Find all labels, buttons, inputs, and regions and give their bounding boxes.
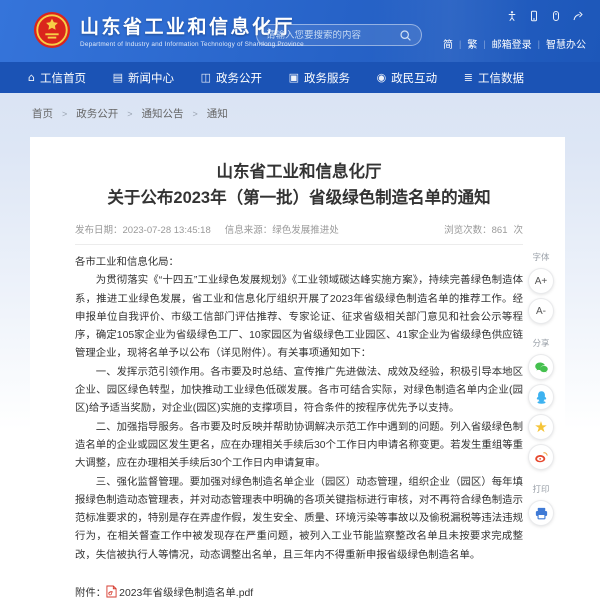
- smart-office-link[interactable]: 智慧办公: [546, 36, 586, 51]
- nav-item-interaction[interactable]: ◉ 政民互动: [377, 70, 438, 86]
- nav-item-home[interactable]: ⌂ 工信首页: [28, 70, 86, 86]
- header-utility-icons: [506, 10, 584, 22]
- qq-icon: [534, 390, 549, 405]
- weibo-icon: [534, 450, 549, 465]
- font-size-label: 字体: [532, 251, 549, 263]
- mail-login-link[interactable]: 邮箱登录: [492, 36, 532, 51]
- article-title-line2: 关于公布2023年（第一批）省级绿色制造名单的通知: [75, 185, 523, 211]
- share-icon[interactable]: [572, 10, 584, 22]
- print-label: 打印: [532, 483, 549, 495]
- font-increase-button[interactable]: A+: [528, 268, 554, 294]
- qzone-share-button[interactable]: ★: [528, 414, 554, 440]
- news-icon: ▤: [113, 71, 123, 84]
- info-source: 信息来源：绿色发展推进处: [225, 222, 339, 236]
- interaction-icon: ◉: [377, 71, 387, 84]
- nav-item-data[interactable]: ≣ 工信数据: [464, 70, 524, 86]
- article-card: 山东省工业和信息化厅 关于公布2023年（第一批）省级绿色制造名单的通知 发布日…: [30, 137, 565, 550]
- paragraph-2: 一、发挥示范引领作用。各市要及时总结、宣传推广先进做法、成效及经验，积极引导本地…: [75, 364, 523, 419]
- mouse-icon[interactable]: [550, 10, 562, 22]
- nav-item-news[interactable]: ▤ 新闻中心: [113, 70, 174, 86]
- disclosure-icon: ◫: [201, 71, 211, 84]
- printer-icon: [534, 506, 549, 521]
- quick-link-separator: |: [538, 39, 540, 49]
- breadcrumb-separator: >: [193, 109, 198, 119]
- quick-link-separator: |: [483, 39, 485, 49]
- services-icon: ▣: [289, 71, 299, 84]
- search-icon[interactable]: [398, 28, 412, 42]
- wechat-icon: [534, 360, 549, 375]
- view-count: 浏览次数：861次: [444, 222, 523, 236]
- qzone-icon: ★: [534, 420, 547, 435]
- article-body: 各市工业和信息化局： 为贯彻落实《“十四五”工业绿色发展规划》《工业领域碳达峰实…: [75, 254, 523, 565]
- title-divider: [75, 244, 523, 245]
- nav-item-disclosure[interactable]: ◫ 政务公开: [201, 70, 262, 86]
- article-title-line1: 山东省工业和信息化厅: [75, 159, 523, 185]
- breadcrumb-notice[interactable]: 通知: [207, 106, 228, 121]
- pdf-icon: [106, 585, 117, 598]
- header-search: [256, 24, 422, 46]
- article-meta: 发布日期：2023-07-28 13:45:18 信息来源：绿色发展推进处 浏览…: [75, 222, 523, 236]
- nav-label: 政务服务: [304, 70, 350, 86]
- simplified-chinese-link[interactable]: 简: [443, 36, 453, 51]
- header-quick-links: 简 | 繁 | 邮箱登录 | 智慧办公: [443, 36, 586, 51]
- site-header: 山东省工业和信息化厅 Department of Industry and In…: [0, 0, 600, 62]
- attachment-file-name: 2023年省级绿色制造名单.pdf: [119, 584, 253, 599]
- breadcrumb-separator: >: [127, 109, 132, 119]
- breadcrumb-separator: >: [62, 109, 67, 119]
- nav-label: 工信数据: [478, 70, 524, 86]
- quick-link-separator: |: [459, 39, 461, 49]
- accessibility-icon[interactable]: [506, 10, 518, 22]
- traditional-chinese-link[interactable]: 繁: [467, 36, 477, 51]
- salutation: 各市工业和信息化局：: [75, 254, 523, 272]
- paragraph-1: 为贯彻落实《“十四五”工业绿色发展规划》《工业领域碳达峰实施方案》，持续完善绿色…: [75, 272, 523, 363]
- breadcrumb: 首页 > 政务公开 > 通知公告 > 通知: [32, 106, 228, 121]
- qq-share-button[interactable]: [528, 384, 554, 410]
- nav-label: 政务公开: [216, 70, 262, 86]
- weibo-share-button[interactable]: [528, 444, 554, 470]
- nav-item-services[interactable]: ▣ 政务服务: [289, 70, 350, 86]
- mobile-icon[interactable]: [528, 10, 540, 22]
- nav-label: 新闻中心: [128, 70, 174, 86]
- paragraph-4: 三、强化监督管理。要加强对绿色制造名单企业（园区）动态管理，组织企业（园区）每年…: [75, 474, 523, 565]
- breadcrumb-notices[interactable]: 通知公告: [142, 106, 184, 121]
- national-emblem-icon: [33, 11, 71, 49]
- breadcrumb-home[interactable]: 首页: [32, 106, 53, 121]
- publish-date: 发布日期：2023-07-28 13:45:18: [75, 222, 211, 236]
- breadcrumb-disclosure[interactable]: 政务公开: [76, 106, 118, 121]
- home-icon: ⌂: [28, 71, 35, 84]
- paragraph-3: 二、加强指导服务。各市要及时反映并帮助协调解决示范工作中遇到的问题。列入省级绿色…: [75, 419, 523, 474]
- attachment-link[interactable]: 2023年省级绿色制造名单.pdf: [106, 584, 253, 599]
- nav-label: 工信首页: [40, 70, 86, 86]
- data-icon: ≣: [464, 71, 473, 84]
- attachment-row: 附件： 2023年省级绿色制造名单.pdf: [75, 584, 523, 599]
- font-decrease-button[interactable]: A-: [528, 298, 554, 324]
- print-button[interactable]: [528, 500, 554, 526]
- search-input[interactable]: [266, 30, 398, 41]
- share-label: 分享: [532, 337, 549, 349]
- nav-label: 政民互动: [391, 70, 437, 86]
- main-nav: ⌂ 工信首页 ▤ 新闻中心 ◫ 政务公开 ▣ 政务服务 ◉ 政民互动 ≣ 工信数…: [0, 62, 600, 93]
- attachment-label: 附件：: [75, 584, 106, 599]
- floating-toolbar: 字体 A+ A- 分享 ★ 打印: [525, 248, 557, 528]
- wechat-share-button[interactable]: [528, 354, 554, 380]
